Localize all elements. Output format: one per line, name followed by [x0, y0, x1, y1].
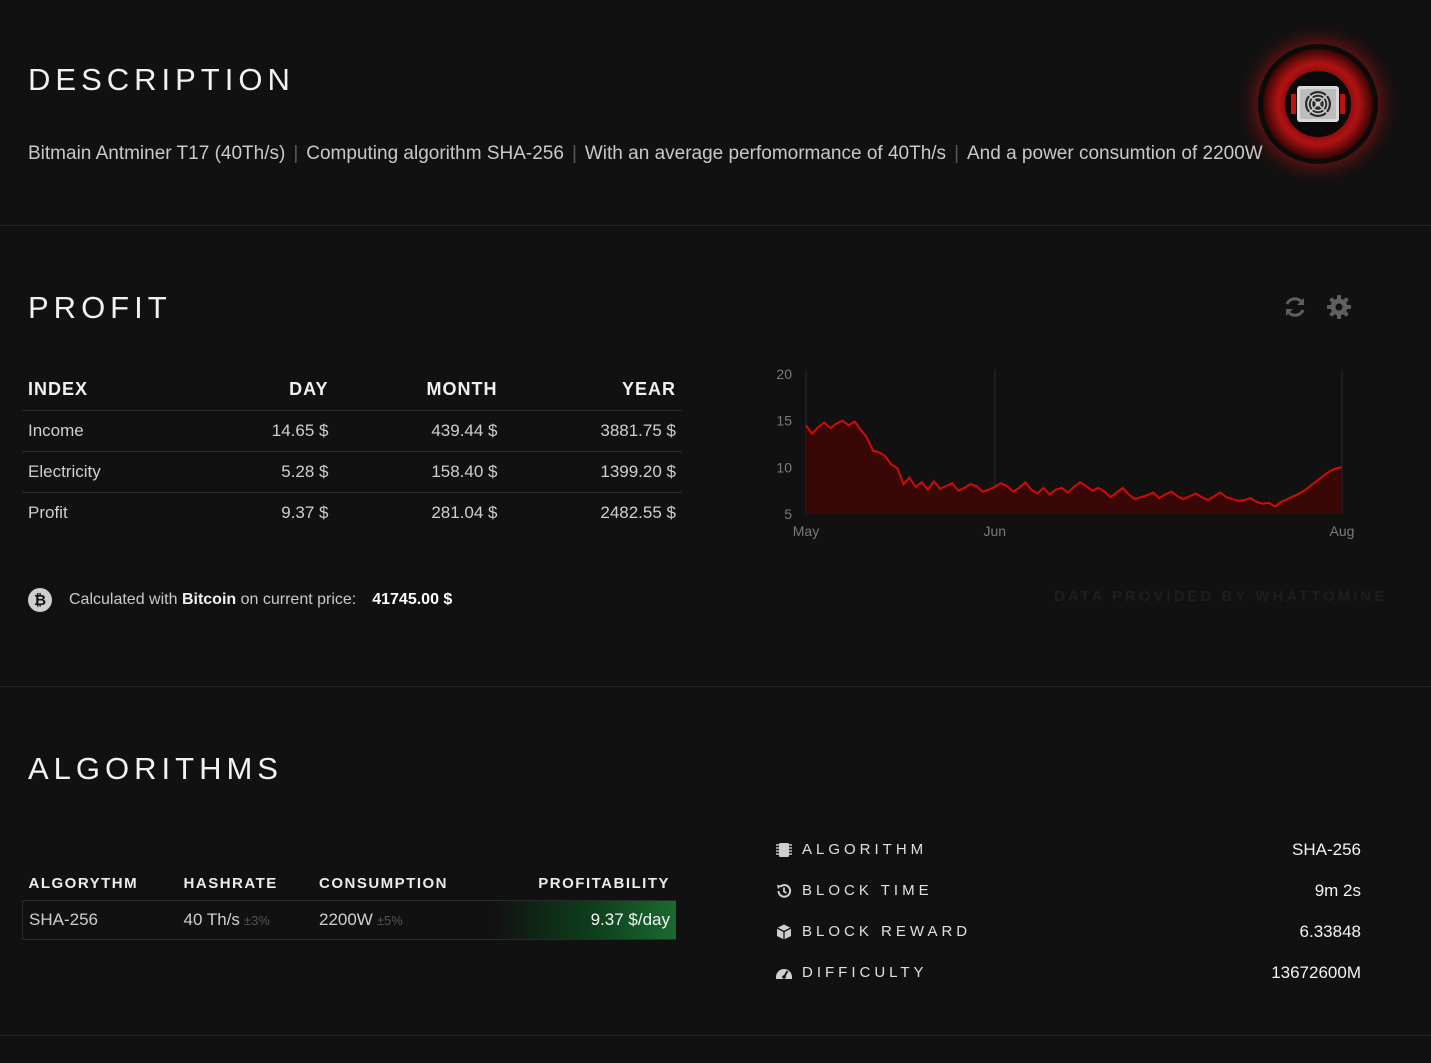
info-label: BLOCK REWARD — [802, 923, 972, 940]
data-provider-note: DATA PROVIDED BY WHATTOMINE — [1054, 588, 1388, 605]
table-cell: 281.04 $ — [431, 503, 498, 522]
description-section: DESCRIPTION Bitmain Antminer T17 (40Th/s… — [0, 0, 1431, 226]
profit-title: PROFIT — [28, 290, 172, 325]
column-header: ALGORYTHM — [28, 875, 139, 892]
hashrate-tolerance: ±3% — [243, 913, 270, 928]
table-row: SHA-256 40 Th/s ±3% 2200W ±5% 9.37 $/day — [21, 900, 676, 940]
table-cell: Income — [22, 410, 195, 452]
table-cell: 158.40 $ — [334, 451, 504, 493]
table-header-row: INDEX DAY MONTH YEAR — [22, 371, 682, 411]
info-label: DIFFICULTY — [802, 964, 928, 981]
refresh-icon[interactable] — [1282, 294, 1308, 320]
table-cell: 9.37 $ — [281, 503, 329, 522]
info-label: ALGORITHM — [802, 841, 928, 858]
algorithms-title: ALGORITHMS — [28, 751, 283, 786]
profit-table: INDEX DAY MONTH YEAR Income 14.65 $ 439.… — [22, 371, 682, 533]
description-part: Computing algorithm SHA-256 — [306, 143, 564, 164]
info-value: 13672600M — [1271, 962, 1361, 982]
chip-icon — [776, 842, 792, 857]
calc-prefix: Calculated with — [69, 591, 178, 608]
hashrate-cell: 40 Th/s ±3% — [177, 900, 313, 940]
y-tick-label: 20 — [776, 366, 792, 382]
table-row: Electricity 5.28 $ 158.40 $ 1399.20 $ — [22, 451, 682, 493]
info-label: BLOCK TIME — [802, 882, 933, 899]
algo-cell: SHA-256 — [21, 900, 178, 940]
info-value: 6.33848 — [1299, 921, 1361, 941]
x-tick-label: Jun — [984, 523, 1007, 539]
table-row: Profit 9.37 $ 281.04 $ 2482.55 $ — [22, 493, 682, 534]
table-cell: 5.28 $ — [194, 451, 335, 493]
x-tick-label: May — [793, 523, 819, 539]
description-text: Bitmain Antminer T17 (40Th/s) | Computing … — [28, 143, 1263, 165]
gear-icon[interactable] — [1326, 294, 1352, 320]
price-note: ₿ Calculated with Bitcoin on current pri… — [28, 588, 452, 612]
calc-coin: Bitcoin — [181, 591, 237, 608]
consumption-cell: 2200W ±5% — [312, 900, 493, 940]
table-cell: 1399.20 $ — [503, 451, 682, 493]
series-area — [806, 420, 1342, 514]
description-title: DESCRIPTION — [28, 62, 295, 97]
profitability-cell: 9.37 $/day — [492, 900, 676, 940]
column-header: DAY — [194, 371, 335, 411]
bitcoin-icon: ₿ — [28, 588, 52, 612]
hashrate-value: 40 Th/s — [183, 910, 240, 929]
info-value: SHA-256 — [1292, 839, 1361, 859]
profit-section: PROFIT INDEX DAY MONTH YEAR Income 14.65… — [0, 226, 1431, 687]
separator: | — [293, 143, 299, 164]
description-part: Bitmain Antminer T17 (40Th/s) — [28, 143, 286, 164]
x-tick-label: Aug — [1330, 523, 1355, 539]
table-row: Income 14.65 $ 439.44 $ 3881.75 $ — [22, 410, 682, 452]
table-cell: 2482.55 $ — [600, 503, 676, 522]
table-cell: 14.65 $ — [194, 410, 335, 452]
current-price: 41745.00 $ — [372, 591, 453, 608]
column-header: PROFITABILITY — [538, 875, 670, 892]
asic-miner-icon — [1285, 71, 1351, 137]
column-header: CONSUMPTION — [318, 875, 448, 892]
calc-suffix: on current price: — [240, 591, 357, 608]
column-header: YEAR — [503, 371, 682, 411]
history-icon — [777, 883, 792, 898]
table-cell: 439.44 $ — [334, 410, 504, 452]
y-tick-label: 10 — [776, 459, 792, 475]
profit-toolbar — [1282, 294, 1352, 320]
y-tick-label: 5 — [784, 506, 792, 522]
description-part: With an average perfomormance of 40Th/s — [584, 143, 947, 164]
y-tick-label: 15 — [776, 413, 792, 429]
profit-chart: 5 10 15 20 May Jun Aug — [776, 366, 1355, 539]
info-value: 9m 2s — [1314, 880, 1361, 900]
gauge-icon — [776, 968, 792, 979]
algorithm-info-list: ALGORITHM SHA-256 BLOCK TIME 9m 2s BLOCK… — [775, 829, 1361, 993]
table-header-row: ALGORYTHM HASHRATE CONSUMPTION PROFITABI… — [23, 867, 677, 901]
consumption-tolerance: ±5% — [376, 913, 403, 928]
separator: | — [954, 143, 959, 164]
logo-ring — [1263, 49, 1373, 159]
info-row-block-time: BLOCK TIME 9m 2s — [775, 870, 1361, 911]
miner-logo — [1258, 44, 1378, 164]
column-header: INDEX — [22, 371, 195, 411]
info-row-block-reward: BLOCK REWARD 6.33848 — [775, 911, 1361, 952]
separator: | — [571, 143, 577, 164]
info-row-difficulty: DIFFICULTY 13672600M — [775, 952, 1361, 993]
algorithms-table: ALGORYTHM HASHRATE CONSUMPTION PROFITABI… — [21, 867, 677, 940]
table-cell: 3881.75 $ — [503, 410, 682, 452]
column-header: MONTH — [334, 371, 504, 411]
column-header: HASHRATE — [183, 875, 278, 892]
cube-icon — [776, 924, 792, 939]
table-cell: Profit — [28, 503, 68, 522]
algorithms-section: ALGORITHMS ALGORYTHM HASHRATE CONSUMPTIO… — [0, 687, 1431, 1036]
description-part: And a power consumtion of 2200W — [967, 143, 1263, 164]
table-cell: Electricity — [22, 451, 195, 493]
consumption-value: 2200W — [318, 910, 373, 929]
info-row-algorithm: ALGORITHM SHA-256 — [775, 829, 1361, 870]
